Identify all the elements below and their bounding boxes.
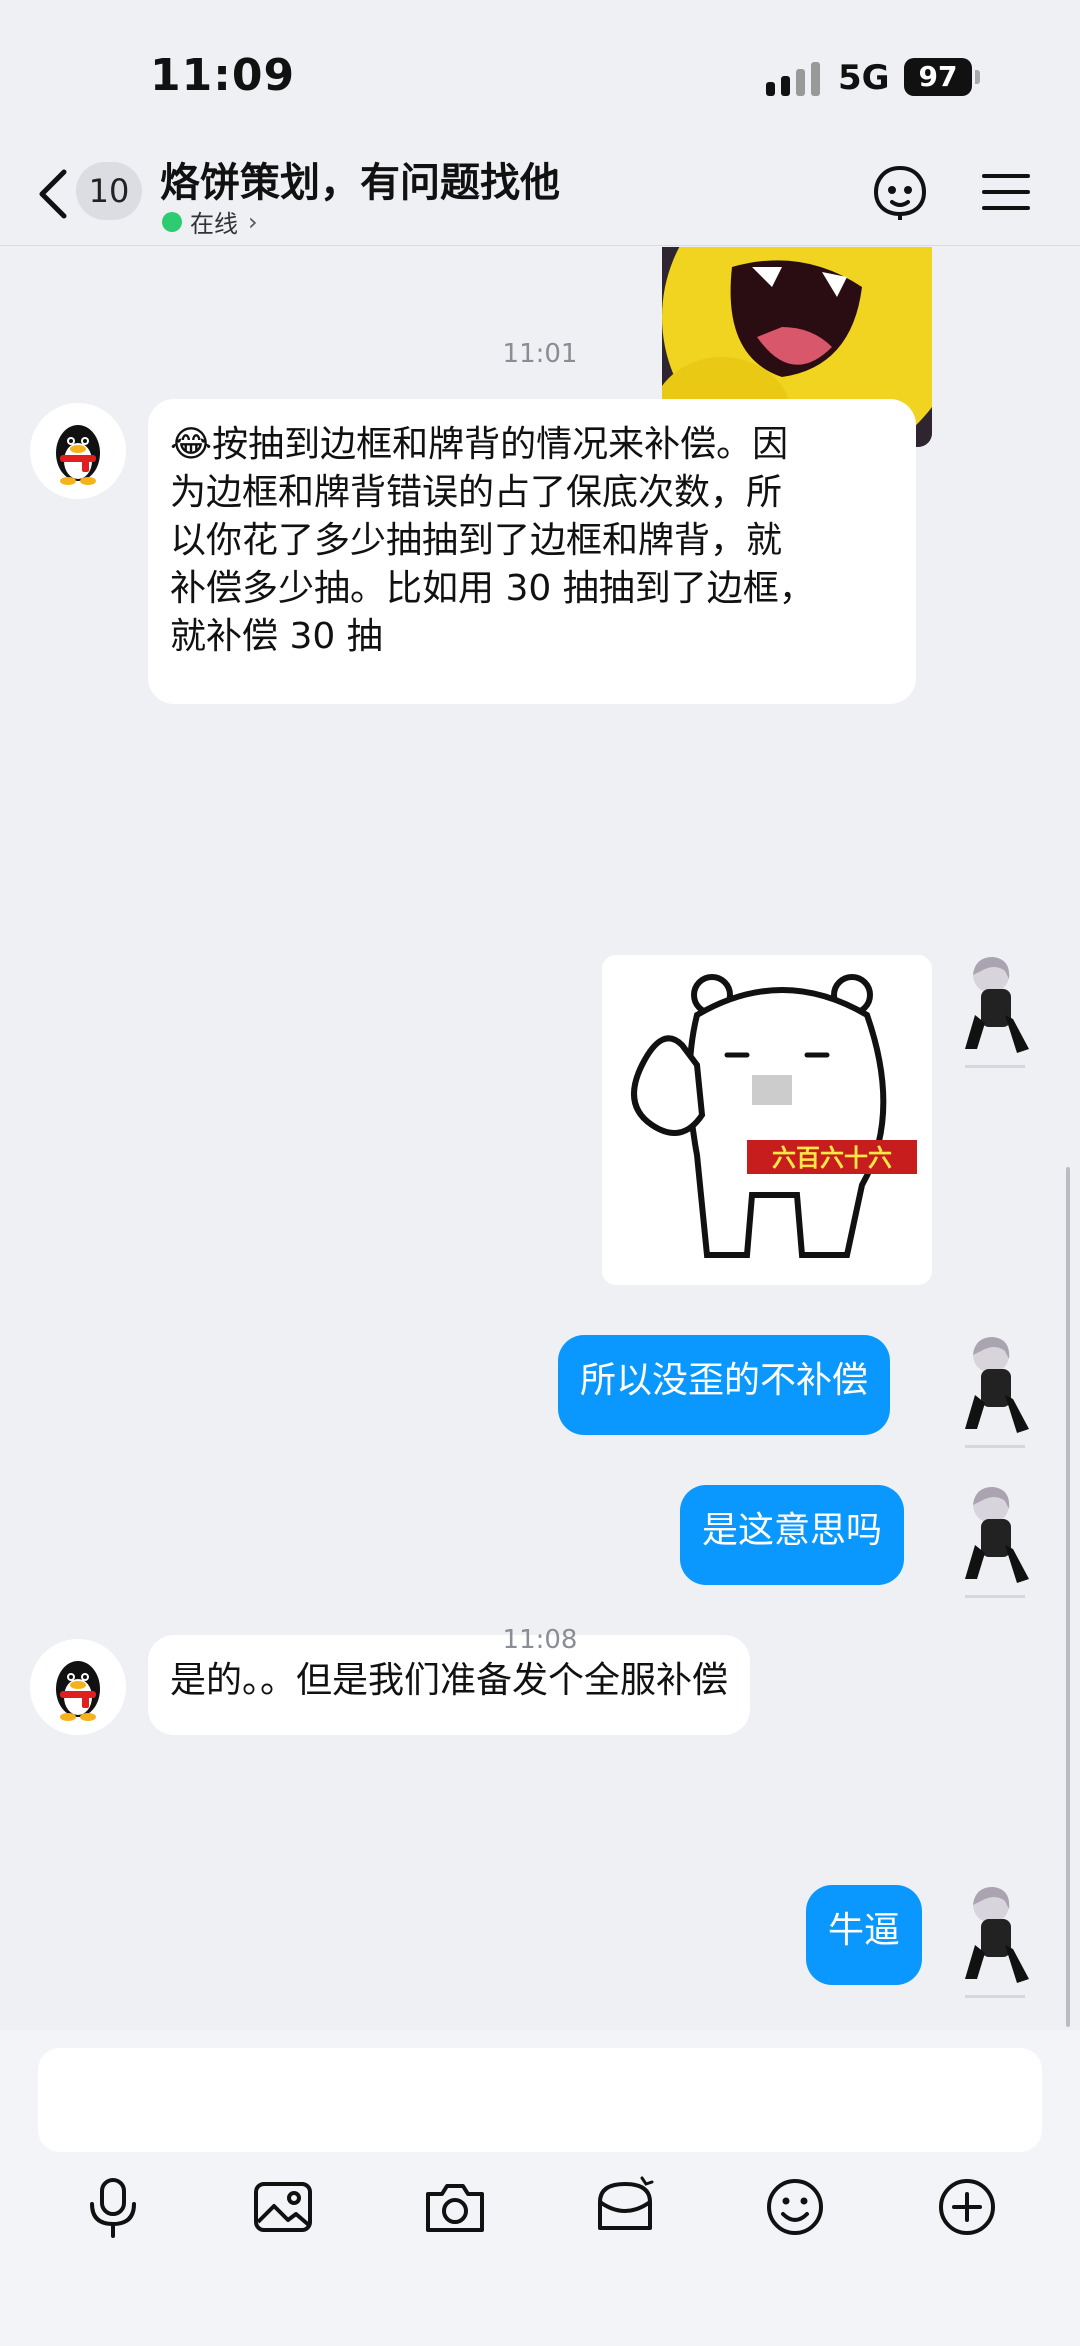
sticker-message[interactable]: 六百六十六: [602, 955, 932, 1285]
anime-avatar-icon: [965, 957, 1029, 1068]
avatar-me[interactable]: [955, 1333, 1035, 1453]
anime-avatar-icon: [965, 1887, 1029, 1998]
red-packet-icon[interactable]: [590, 2172, 660, 2242]
presence-status[interactable]: 在线 ›: [162, 204, 258, 239]
avatar-other[interactable]: [30, 403, 126, 499]
presence-label: 在线: [190, 210, 238, 238]
message-line: 为边框和牌背错误的占了保底次数，所: [170, 472, 783, 513]
battery-tip: [975, 70, 980, 84]
thumbs-up-bear-sticker: 六百六十六: [602, 955, 932, 1285]
robot-assistant-icon[interactable]: [870, 162, 930, 222]
back-icon[interactable]: [34, 166, 74, 222]
message-line: 就补偿 30 抽: [170, 616, 383, 657]
sticker-caption: 六百六十六: [772, 1144, 892, 1172]
chat-title[interactable]: 烙饼策划，有问题找他: [160, 150, 560, 208]
emoji-icon[interactable]: [760, 2172, 830, 2242]
message-line: 补偿多少抽。比如用 30 抽抽到了边框，: [170, 568, 815, 609]
menu-icon[interactable]: [976, 162, 1036, 222]
message-line: 😂按抽到边框和牌背的情况来补偿。因: [170, 424, 789, 465]
anime-avatar-icon: [965, 1487, 1029, 1598]
input-area: [0, 2030, 1080, 2346]
network-type: 5G: [838, 58, 890, 98]
message-list[interactable]: 11:01 😂按抽到边框和牌背的情况来补偿。因 为边框和牌背错误的占了保底次数，…: [0, 247, 1080, 2030]
chat-header: 10 烙饼策划，有问题找他 在线 ›: [0, 140, 1080, 246]
timestamp: 11:01: [502, 339, 578, 369]
avatar-me[interactable]: [955, 953, 1035, 1073]
camera-icon[interactable]: [420, 2172, 490, 2242]
timestamp: 11:08: [502, 1625, 578, 1655]
online-dot: [162, 211, 182, 232]
message-line: 以你花了多少抽抽到了边框和牌背，就: [170, 520, 783, 561]
plus-icon[interactable]: [932, 2172, 1002, 2242]
avatar-me[interactable]: [955, 1483, 1035, 1603]
status-time: 11:09: [150, 50, 296, 101]
message-bubble-outgoing[interactable]: 是这意思吗: [680, 1485, 905, 1585]
message-bubble-outgoing[interactable]: 牛逼: [806, 1885, 923, 1985]
chevron-right-icon: ›: [248, 207, 258, 236]
anime-avatar-icon: [965, 1337, 1029, 1448]
signal-icon: [766, 62, 822, 96]
penguin-avatar-icon: [30, 403, 126, 499]
message-bubble-incoming[interactable]: 😂按抽到边框和牌背的情况来补偿。因 为边框和牌背错误的占了保底次数，所 以你花了…: [148, 399, 916, 704]
microphone-icon[interactable]: [78, 2172, 148, 2242]
status-bar: 11:09 5G 97: [0, 0, 1080, 150]
scrollbar[interactable]: [1066, 1167, 1070, 2027]
avatar-me[interactable]: [955, 1883, 1035, 2003]
unread-badge[interactable]: 10: [76, 162, 142, 220]
image-icon[interactable]: [248, 2172, 318, 2242]
battery-icon: 97: [904, 58, 972, 96]
message-input[interactable]: [38, 2048, 1042, 2152]
message-bubble-outgoing[interactable]: 所以没歪的不补偿: [558, 1335, 891, 1435]
